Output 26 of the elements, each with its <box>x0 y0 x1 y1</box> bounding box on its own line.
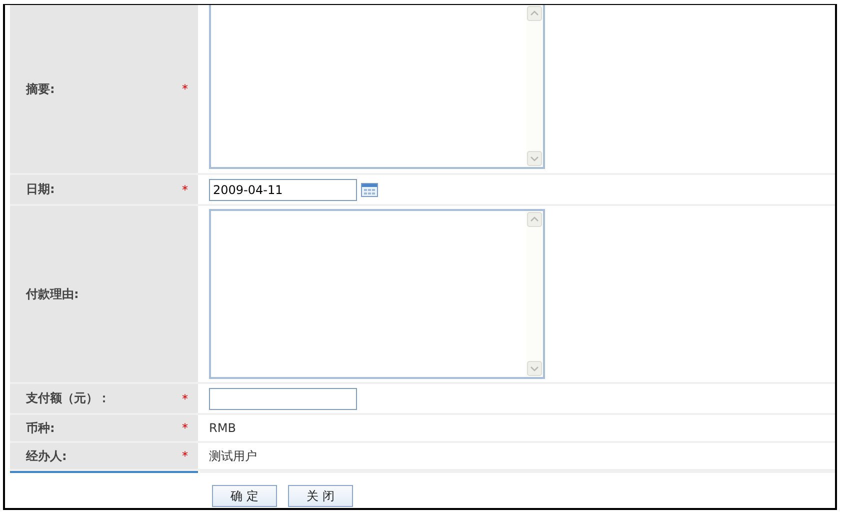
field-value: 测试用户 <box>209 448 257 464</box>
scroll-down-icon[interactable] <box>527 361 542 376</box>
field-label: 支付额（元）： <box>26 390 110 407</box>
field-label: 经办人: <box>26 448 67 464</box>
required-mark: * <box>182 392 188 406</box>
field-label: 币种: <box>26 420 55 436</box>
field-value: RMB <box>209 421 236 435</box>
scrollbar[interactable] <box>526 5 543 167</box>
scrollbar[interactable] <box>526 211 543 377</box>
calendar-icon[interactable] <box>361 182 378 196</box>
field-label: 日期: <box>26 181 55 198</box>
text-area[interactable] <box>209 209 545 379</box>
required-mark: * <box>182 82 188 96</box>
form-button[interactable]: 确 定 <box>212 485 277 507</box>
scroll-up-icon[interactable] <box>527 6 542 21</box>
scroll-up-icon[interactable] <box>527 212 542 227</box>
field-label: 摘要: <box>26 80 55 98</box>
amount-field[interactable] <box>209 388 357 410</box>
form-button[interactable]: 关 闭 <box>288 485 353 507</box>
field-label: 付款理由: <box>26 286 79 302</box>
text-area[interactable] <box>209 5 545 169</box>
scroll-down-icon[interactable] <box>527 151 542 166</box>
required-mark: * <box>182 182 188 196</box>
required-mark: * <box>182 421 188 435</box>
required-mark: * <box>182 449 188 463</box>
date-field[interactable]: 2009-04-11 <box>209 178 357 200</box>
